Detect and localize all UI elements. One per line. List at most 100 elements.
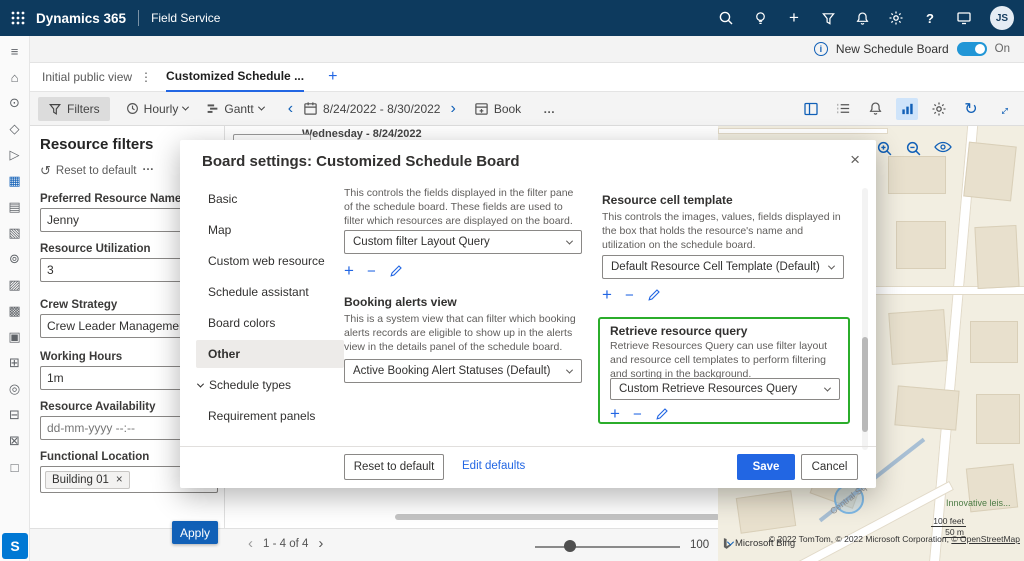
home-icon[interactable]: ⌂ <box>7 70 23 84</box>
help-icon[interactable]: ? <box>922 10 938 26</box>
footer-divider <box>180 446 876 447</box>
field-label: Resource Utilization <box>40 243 151 255</box>
map-building <box>963 142 1016 202</box>
requirement-groups-icon[interactable]: ▨ <box>7 278 23 292</box>
assets-icon[interactable]: ⊞ <box>7 356 23 370</box>
user-avatar[interactable]: JS <box>990 6 1014 30</box>
tab-more-icon[interactable]: ⋮ <box>140 70 152 84</box>
filters-button[interactable]: Filters <box>38 97 110 121</box>
book-button[interactable]: Book <box>474 101 521 116</box>
save-button[interactable]: Save <box>737 454 795 480</box>
accounts-icon[interactable]: ▣ <box>7 330 23 344</box>
edit-pencil-icon[interactable] <box>647 288 661 302</box>
requirement-panel-icon[interactable] <box>800 98 822 120</box>
settings-nav-requirement-panels[interactable]: Requirement panels <box>196 402 344 430</box>
app-area-title[interactable]: Field Service <box>151 11 220 25</box>
analytics-chart-icon[interactable] <box>896 98 918 120</box>
dialog-scrollbar-thumb[interactable] <box>862 337 868 432</box>
bell-icon[interactable] <box>854 10 870 26</box>
s-app-badge[interactable]: S <box>2 533 28 559</box>
retrieve-query-dropdown[interactable]: Custom Retrieve Resources Query <box>610 378 840 400</box>
reset-to-default-link[interactable]: ↺ Reset to default <box>40 163 136 179</box>
zoom-in-icon[interactable] <box>876 140 893 160</box>
gear-icon[interactable] <box>888 10 904 26</box>
page-next-icon[interactable]: › <box>318 537 323 551</box>
field-label: Resource Availability <box>40 401 155 413</box>
pinned-icon[interactable]: ◇ <box>7 122 23 136</box>
edit-defaults-link[interactable]: Edit defaults <box>462 460 525 472</box>
panel-more-icon[interactable]: … <box>142 159 154 173</box>
page-previous-icon[interactable]: ‹ <box>248 537 253 551</box>
warehouses-icon[interactable]: ⊟ <box>7 408 23 422</box>
bottom-status-bar: ‹ 1 - 4 of 4 › 100 <box>30 528 718 561</box>
edit-pencil-icon[interactable] <box>389 264 403 278</box>
settings-nav-basic[interactable]: Basic <box>196 185 344 213</box>
previous-period-icon[interactable]: ‹ <box>288 100 293 118</box>
settings-nav-board-colors[interactable]: Board colors <box>196 309 344 337</box>
next-period-icon[interactable]: › <box>450 100 455 118</box>
time-off-icon[interactable]: ▩ <box>7 304 23 318</box>
remove-icon[interactable]: − <box>633 406 642 423</box>
tab-customized-schedule[interactable]: Customized Schedule ... <box>166 63 304 92</box>
bing-label: Microsoft Bing <box>735 538 795 549</box>
search-icon[interactable] <box>718 10 734 26</box>
settings-nav-schedule-types[interactable]: Schedule types <box>196 371 344 399</box>
new-schedule-board-toggle[interactable] <box>957 42 987 56</box>
remove-icon[interactable]: − <box>367 263 376 280</box>
bookings-icon[interactable]: ▧ <box>7 226 23 240</box>
openstreetmap-link[interactable]: © OpenStreetMap <box>951 534 1020 544</box>
date-range-picker[interactable]: 8/24/2022 - 8/30/2022 <box>303 101 440 116</box>
chip-remove-icon[interactable]: × <box>116 474 123 486</box>
settings-nav-schedule-assistant[interactable]: Schedule assistant <box>196 278 344 306</box>
horizontal-scrollbar[interactable] <box>395 514 720 520</box>
settings-nav-other[interactable]: Other <box>196 340 344 368</box>
resource-cell-dropdown[interactable]: Default Resource Cell Template (Default) <box>602 255 844 279</box>
recent-icon[interactable]: ⊙ <box>7 96 23 110</box>
remove-icon[interactable]: − <box>625 287 634 304</box>
top-nav: Dynamics 365 Field Service + ? JS <box>0 0 1024 36</box>
menu-icon[interactable]: ≡ <box>7 44 23 58</box>
add-tab-button[interactable]: + <box>328 68 337 86</box>
reset-to-default-button[interactable]: Reset to default <box>344 454 444 480</box>
add-icon[interactable]: + <box>786 10 802 26</box>
lightbulb-icon[interactable] <box>752 10 768 26</box>
apply-button[interactable]: Apply <box>172 521 218 544</box>
add-icon[interactable]: + <box>602 285 612 305</box>
filter-layout-dropdown[interactable]: Custom filter Layout Query <box>344 230 582 254</box>
territories-icon[interactable]: ◎ <box>7 382 23 396</box>
list-view-icon[interactable] <box>832 98 854 120</box>
time-scale-dropdown[interactable]: Hourly <box>126 102 189 116</box>
map-visibility-eye-icon[interactable] <box>934 140 952 160</box>
settings-nav-map[interactable]: Map <box>196 216 344 244</box>
zoom-slider-track[interactable] <box>535 546 680 548</box>
alerts-bell-icon[interactable] <box>864 98 886 120</box>
cancel-button[interactable]: Cancel <box>801 454 858 480</box>
work-orders-icon[interactable]: ▤ <box>7 200 23 214</box>
filter-icon[interactable] <box>820 10 836 26</box>
refresh-icon[interactable]: ↻ <box>960 98 982 120</box>
add-icon[interactable]: + <box>610 404 620 424</box>
zoom-out-icon[interactable] <box>905 140 922 160</box>
edit-pencil-icon[interactable] <box>655 407 669 421</box>
toolbar-more-icon[interactable]: … <box>543 102 555 116</box>
feedback-icon[interactable] <box>956 10 972 26</box>
tab-initial-public-view[interactable]: Initial public view <box>42 70 132 84</box>
app-title[interactable]: Dynamics 365 <box>36 11 126 26</box>
close-icon[interactable]: × <box>850 150 860 170</box>
booking-alerts-dropdown[interactable]: Active Booking Alert Statuses (Default) <box>344 359 582 383</box>
filters-label: Filters <box>67 102 100 116</box>
app-launcher-icon[interactable] <box>10 10 26 26</box>
board-settings-gear-icon[interactable] <box>928 98 950 120</box>
agenda-icon[interactable]: ▷ <box>7 148 23 162</box>
settings-nav-custom-web-resource[interactable]: Custom web resource <box>196 247 344 275</box>
resources-icon[interactable]: ⊚ <box>7 252 23 266</box>
bing-logo[interactable]: Microsoft Bing <box>723 538 795 549</box>
settings-icon[interactable]: ⊠ <box>7 434 23 448</box>
fullscreen-icon[interactable]: ↔ <box>987 93 1018 124</box>
schedule-board-icon[interactable]: ▦ <box>7 174 23 188</box>
zoom-slider-knob[interactable] <box>564 540 576 552</box>
users-icon[interactable]: □ <box>7 460 23 474</box>
add-icon[interactable]: + <box>344 261 354 281</box>
info-icon[interactable]: i <box>814 42 828 56</box>
view-type-dropdown[interactable]: Gantt <box>206 102 263 116</box>
